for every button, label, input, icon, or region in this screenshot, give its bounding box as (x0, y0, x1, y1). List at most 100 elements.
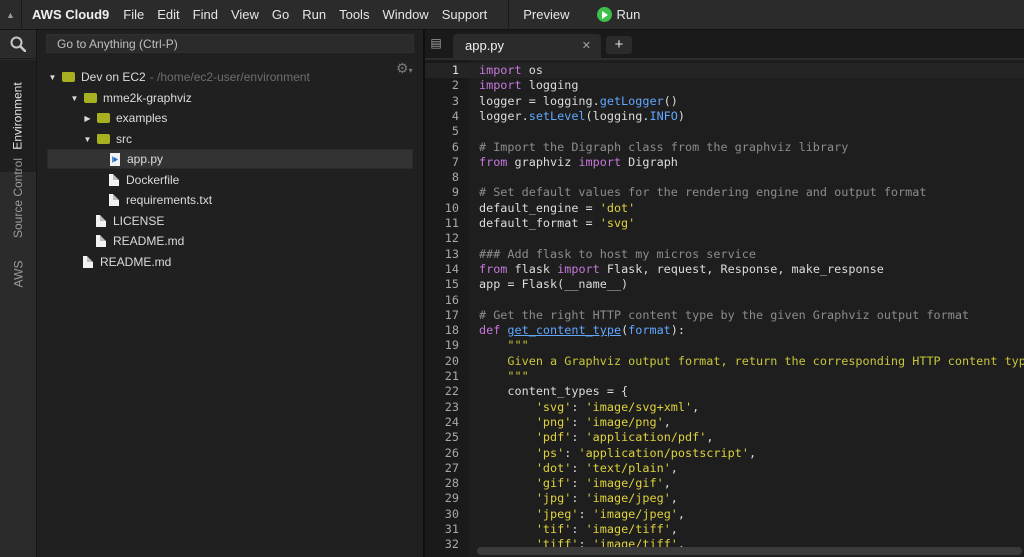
code-line[interactable]: 22 content_types = { (425, 384, 1024, 399)
go-to-anything-input[interactable]: Go to Anything (Ctrl-P) (46, 34, 414, 53)
folder-icon (97, 134, 110, 144)
code-line[interactable]: 1 import os (425, 63, 1024, 79)
tree-item-readme-project[interactable]: README.md (47, 231, 413, 251)
tab-source-control[interactable]: Source Control (0, 152, 36, 244)
code-line[interactable]: 3 logger = logging.getLogger() (425, 94, 1024, 109)
menu-edit[interactable]: Edit (157, 7, 179, 22)
file-icon (109, 174, 119, 186)
tree-item-label: Dockerfile (126, 173, 180, 187)
tree-item-label: app.py (127, 152, 164, 166)
run-button[interactable]: Run (596, 7, 641, 22)
menu-file[interactable]: File (123, 7, 144, 22)
code-line[interactable]: 14 from flask import Flask, request, Resp… (425, 262, 1024, 277)
new-tab-button[interactable]: + (606, 36, 632, 54)
code-line[interactable]: 27 'dot': 'text/plain', (425, 461, 1024, 476)
tree-item-app-py[interactable]: app.py (47, 149, 413, 169)
line-number: 21 (444, 369, 459, 383)
tab-menu-icon[interactable]: ▤ (428, 36, 444, 50)
menu-tools[interactable]: Tools (339, 7, 369, 22)
code-line[interactable]: 24 'png': 'image/png', (425, 415, 1024, 430)
code-editor[interactable]: 1 import os 2 import logging 3 logger = log… (425, 58, 1024, 557)
chevron-right-icon[interactable]: ▶ (82, 114, 93, 123)
tree-item-requirements[interactable]: requirements.txt (47, 190, 413, 210)
code-line[interactable]: 12 (425, 231, 1024, 246)
line-number: 14 (444, 261, 459, 276)
menu-go[interactable]: Go (272, 7, 289, 22)
code-line[interactable]: 21 """ (425, 369, 1024, 384)
line-number: 16 (444, 292, 459, 307)
code-line[interactable]: 9 # Set default values for the rendering … (425, 185, 1024, 200)
code-line[interactable]: 7 from graphviz import Digraph (425, 155, 1024, 170)
line-number: 19 (444, 338, 459, 353)
tree-item-label: README.md (100, 255, 172, 269)
chevron-down-icon[interactable]: ▼ (82, 135, 93, 144)
line-number: 22 (444, 384, 459, 399)
code-line[interactable]: 16 (425, 293, 1024, 308)
line-number: 13 (444, 246, 459, 261)
code-line[interactable]: 18 def get_content_type(format): (425, 323, 1024, 338)
file-icon (83, 256, 93, 268)
line-number: 30 (444, 506, 459, 521)
tab-aws[interactable]: AWS (0, 252, 36, 296)
environment-panel: Go to Anything (Ctrl-P) ⚙▾ ▼ Dev on EC2 … (37, 30, 423, 557)
code-line[interactable]: 15 app = Flask(__name__) (425, 277, 1024, 292)
line-number: 20 (444, 353, 459, 368)
code-line[interactable]: 25 'pdf': 'application/pdf', (425, 430, 1024, 445)
code-line[interactable]: 6 # Import the Digraph class from the gra… (425, 140, 1024, 155)
close-icon[interactable]: ✕ (582, 34, 591, 58)
menu-support[interactable]: Support (442, 7, 488, 22)
tree-item-project[interactable]: ▼ mme2k-graphviz (47, 88, 413, 108)
search-icon[interactable] (0, 30, 36, 59)
preview-button[interactable]: Preview (523, 7, 569, 22)
code-line[interactable]: 11 default_format = 'svg' (425, 216, 1024, 231)
chevron-down-icon[interactable]: ▼ (69, 94, 80, 103)
line-number: 6 (451, 139, 459, 154)
menu-run[interactable]: Run (302, 7, 326, 22)
code-line[interactable]: 4 logger.setLevel(logging.INFO) (425, 109, 1024, 124)
horizontal-scrollbar[interactable] (477, 547, 1022, 555)
tab-environment-label: Environment (11, 82, 25, 150)
code-line[interactable]: 13 ### Add flask to host my micros servic… (425, 247, 1024, 262)
tab-label: app.py (465, 38, 505, 53)
code-line[interactable]: 19 """ (425, 338, 1024, 353)
line-number: 5 (451, 124, 459, 139)
code-line[interactable]: 28 'gif': 'image/gif', (425, 476, 1024, 491)
line-number: 4 (451, 108, 459, 123)
tree-item-label: README.md (113, 234, 185, 248)
code-line[interactable]: 10 default_engine = 'dot' (425, 201, 1024, 216)
collapse-menu-button[interactable]: ▲ (0, 0, 22, 30)
code-line[interactable]: 8 (425, 170, 1024, 185)
tab-app-py[interactable]: app.py ✕ (453, 34, 601, 58)
run-button-label: Run (616, 7, 641, 22)
folder-icon (84, 93, 97, 103)
menu-find[interactable]: Find (193, 7, 218, 22)
line-number: 29 (444, 491, 459, 506)
line-number: 15 (444, 277, 459, 292)
code-line[interactable]: 5 (425, 124, 1024, 139)
editor-tab-bar: ▤ app.py ✕ + (425, 30, 1024, 58)
tree-item-readme-root[interactable]: README.md (47, 252, 413, 272)
aws-cloud9-menu[interactable]: AWS Cloud9 (32, 7, 109, 22)
tree-item-src[interactable]: ▼ src (47, 129, 413, 149)
tree-item-label: requirements.txt (126, 193, 213, 207)
code-line[interactable]: 2 import logging (425, 78, 1024, 93)
menu-window[interactable]: Window (382, 7, 428, 22)
chevron-down-icon[interactable]: ▼ (47, 73, 58, 82)
code-line[interactable]: 26 'ps': 'application/postscript', (425, 446, 1024, 461)
menu-view[interactable]: View (231, 7, 259, 22)
code-line[interactable]: 30 'jpeg': 'image/jpeg', (425, 507, 1024, 522)
code-line[interactable]: 31 'tif': 'image/tiff', (425, 522, 1024, 537)
tree-item-label: src (116, 132, 132, 146)
code-line[interactable]: 20 Given a Graphviz output format, retur… (425, 354, 1024, 369)
line-number: 1 (451, 63, 459, 77)
tree-item-dockerfile[interactable]: Dockerfile (47, 170, 413, 190)
tree-item-license[interactable]: LICENSE (47, 211, 413, 231)
code-line[interactable]: 17 # Get the right HTTP content type by t… (425, 308, 1024, 323)
tree-item-root[interactable]: ▼ Dev on EC2 - /home/ec2-user/environmen… (47, 67, 413, 87)
code-line[interactable]: 29 'jpg': 'image/jpeg', (425, 491, 1024, 506)
play-icon (596, 7, 612, 22)
code-line[interactable]: 23 'svg': 'image/svg+xml', (425, 400, 1024, 415)
tree-item-examples[interactable]: ▶ examples (47, 108, 413, 128)
tab-aws-label: AWS (10, 260, 25, 288)
line-number: 27 (444, 460, 459, 475)
